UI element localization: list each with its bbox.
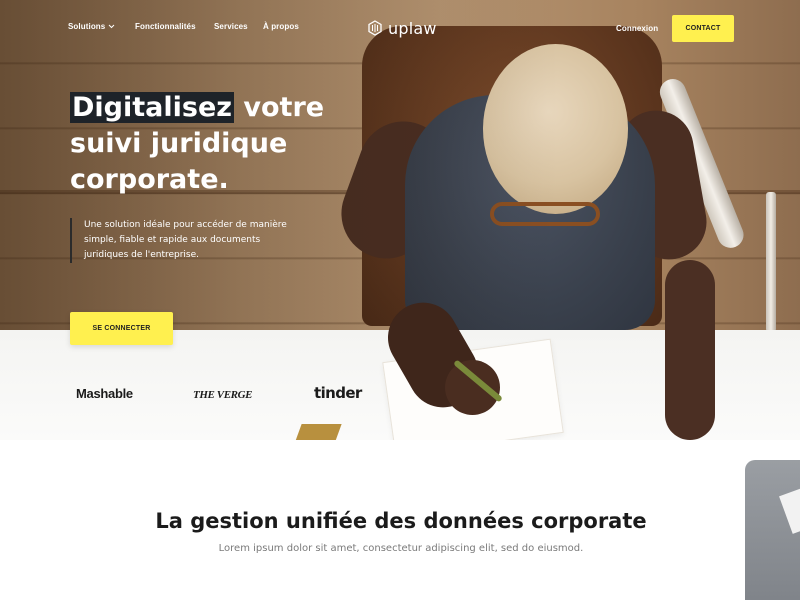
hexagon-stripes-icon <box>368 20 382 36</box>
hero-subtitle: Une solution idéale pour accéder de mani… <box>84 220 287 260</box>
contact-button[interactable]: CONTACT <box>672 15 734 42</box>
nav-fonctionnalites[interactable]: Fonctionnalités <box>135 22 196 31</box>
press-logo-tinder: tinder <box>314 384 362 402</box>
hero-headline: Digitalisez votre suivi juridique corpor… <box>70 90 350 198</box>
chevron-down-icon <box>108 24 115 29</box>
section-subtitle: Lorem ipsum dolor sit amet, consectetur … <box>218 543 584 554</box>
headline-part-2: suivi juridique <box>70 128 288 159</box>
login-link[interactable]: Connexion <box>616 24 658 33</box>
nav-solutions[interactable]: Solutions <box>68 22 115 31</box>
headline-part-3: corporate. <box>70 164 229 195</box>
nav-a-propos[interactable]: À propos <box>263 22 299 31</box>
brand-logo[interactable]: uplaw <box>368 17 437 39</box>
hero-subtitle-block: Une solution idéale pour accéder de mani… <box>70 218 300 263</box>
press-logo-mashable: Mashable <box>76 386 133 401</box>
press-logo-the-verge: THE VERGE <box>193 389 253 401</box>
headline-highlight: Digitalisez <box>70 92 234 123</box>
features-section: La gestion unifiée des données corporate… <box>68 440 734 600</box>
brand-name: uplaw <box>388 18 437 38</box>
nav-services[interactable]: Services <box>214 22 248 31</box>
nav-solutions-label: Solutions <box>68 22 106 31</box>
headline-part-1: votre <box>233 92 325 123</box>
section-title: La gestion unifiée des données corporate <box>155 509 647 533</box>
person-hand <box>445 360 500 415</box>
person-right-arm <box>665 260 715 440</box>
login-cta-button[interactable]: SE CONNECTER <box>70 312 173 345</box>
